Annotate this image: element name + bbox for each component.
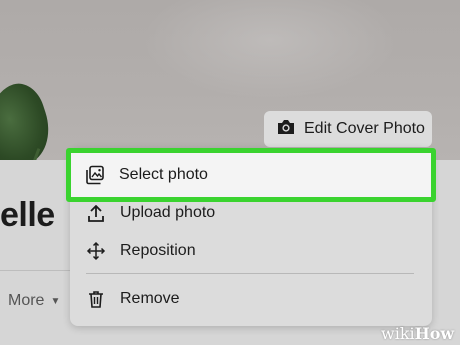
edit-cover-photo-label: Edit Cover Photo bbox=[304, 120, 425, 137]
watermark-suffix: How bbox=[414, 324, 455, 343]
profile-divider bbox=[0, 270, 70, 271]
menu-item-reposition[interactable]: Reposition bbox=[70, 232, 432, 270]
gallery-icon bbox=[85, 165, 105, 185]
menu-divider bbox=[86, 273, 414, 274]
caret-down-icon: ▼ bbox=[50, 295, 61, 307]
menu-item-upload-photo[interactable]: Upload photo bbox=[70, 194, 432, 232]
more-tab-label: More bbox=[8, 292, 45, 309]
trash-icon bbox=[86, 289, 106, 309]
camera-icon bbox=[276, 118, 296, 141]
profile-name: elle bbox=[0, 196, 55, 234]
move-icon bbox=[86, 241, 106, 261]
menu-item-remove[interactable]: Remove bbox=[70, 280, 432, 318]
plant-leaf-image bbox=[0, 77, 59, 160]
menu-item-label: Upload photo bbox=[120, 204, 216, 221]
more-tab[interactable]: More ▼ bbox=[8, 292, 60, 310]
upload-icon bbox=[86, 203, 106, 223]
edit-cover-photo-button[interactable]: Edit Cover Photo bbox=[264, 111, 432, 147]
menu-item-label: Select photo bbox=[119, 166, 208, 183]
menu-item-label: Reposition bbox=[120, 242, 196, 259]
menu-item-label: Remove bbox=[120, 290, 180, 307]
watermark-prefix: wiki bbox=[381, 324, 415, 343]
wikihow-watermark: wikiHow bbox=[381, 324, 454, 343]
